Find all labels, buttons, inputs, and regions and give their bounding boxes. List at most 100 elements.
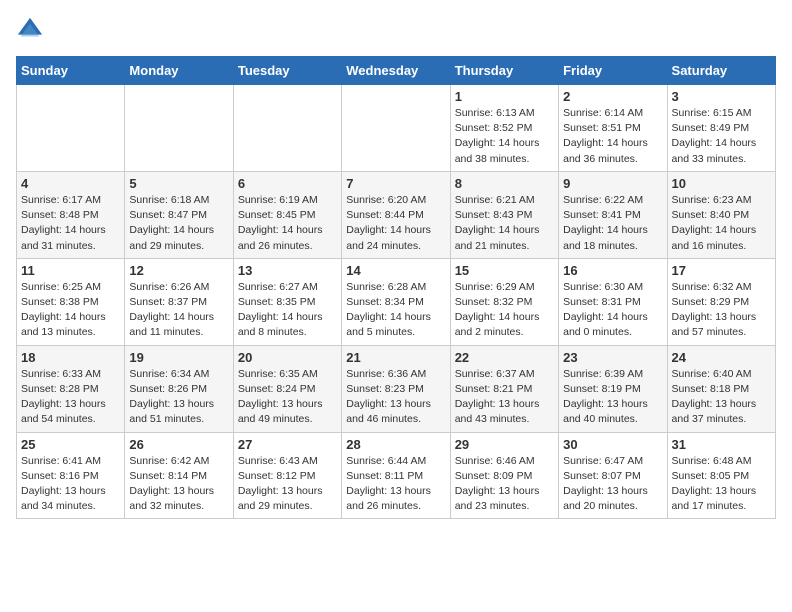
day-number: 19 — [129, 350, 228, 365]
day-cell: 18 Sunrise: 6:33 AM Sunset: 8:28 PM Dayli… — [17, 345, 125, 432]
day-number: 9 — [563, 176, 662, 191]
calendar-table: SundayMondayTuesdayWednesdayThursdayFrid… — [16, 56, 776, 519]
week-row-1: 1 Sunrise: 6:13 AM Sunset: 8:52 PM Daylig… — [17, 85, 776, 172]
day-info: Sunrise: 6:20 AM Sunset: 8:44 PM Dayligh… — [346, 193, 445, 254]
day-info: Sunrise: 6:19 AM Sunset: 8:45 PM Dayligh… — [238, 193, 337, 254]
day-cell: 26Sunrise: 6:42 AM Sunset: 8:14 PM Dayli… — [125, 432, 233, 519]
header-monday: Monday — [125, 57, 233, 85]
day-cell — [233, 85, 341, 172]
day-info: Sunrise: 6:34 AM Sunset: 8:26 PM Dayligh… — [129, 367, 228, 428]
day-info: Sunrise: 6:41 AM Sunset: 8:16 PM Dayligh… — [21, 454, 120, 515]
day-info: Sunrise: 6:40 AM Sunset: 8:18 PM Dayligh… — [672, 367, 771, 428]
day-cell: 10Sunrise: 6:23 AM Sunset: 8:40 PM Dayli… — [667, 171, 775, 258]
day-info: Sunrise: 6:39 AM Sunset: 8:19 PM Dayligh… — [563, 367, 662, 428]
day-info: Sunrise: 6:43 AM Sunset: 8:12 PM Dayligh… — [238, 454, 337, 515]
week-row-4: 18 Sunrise: 6:33 AM Sunset: 8:28 PM Dayli… — [17, 345, 776, 432]
day-number: 7 — [346, 176, 445, 191]
day-cell: 16Sunrise: 6:30 AM Sunset: 8:31 PM Dayli… — [559, 258, 667, 345]
day-number: 6 — [238, 176, 337, 191]
calendar-body: 1 Sunrise: 6:13 AM Sunset: 8:52 PM Daylig… — [17, 85, 776, 519]
day-info: Sunrise: 6:30 AM Sunset: 8:31 PM Dayligh… — [563, 280, 662, 341]
day-number: 11 — [21, 263, 120, 278]
day-info: Sunrise: 6:48 AM Sunset: 8:05 PM Dayligh… — [672, 454, 771, 515]
day-info: Sunrise: 6:46 AM Sunset: 8:09 PM Dayligh… — [455, 454, 554, 515]
day-cell: 1 Sunrise: 6:13 AM Sunset: 8:52 PM Daylig… — [450, 85, 558, 172]
day-number: 4 — [21, 176, 120, 191]
day-info: Sunrise: 6:25 AM Sunset: 8:38 PM Dayligh… — [21, 280, 120, 341]
day-info: Sunrise: 6:44 AM Sunset: 8:11 PM Dayligh… — [346, 454, 445, 515]
day-cell: 2Sunrise: 6:14 AM Sunset: 8:51 PM Daylig… — [559, 85, 667, 172]
day-number: 1 — [455, 89, 554, 104]
day-cell: 25 Sunrise: 6:41 AM Sunset: 8:16 PM Dayli… — [17, 432, 125, 519]
day-cell: 12 Sunrise: 6:26 AM Sunset: 8:37 PM Dayli… — [125, 258, 233, 345]
day-cell: 13 Sunrise: 6:27 AM Sunset: 8:35 PM Dayli… — [233, 258, 341, 345]
day-number: 15 — [455, 263, 554, 278]
header-row: SundayMondayTuesdayWednesdayThursdayFrid… — [17, 57, 776, 85]
day-number: 18 — [21, 350, 120, 365]
page-header — [16, 16, 776, 44]
day-cell: 19 Sunrise: 6:34 AM Sunset: 8:26 PM Dayli… — [125, 345, 233, 432]
day-cell: 20 Sunrise: 6:35 AM Sunset: 8:24 PM Dayli… — [233, 345, 341, 432]
logo-icon — [16, 16, 44, 44]
week-row-2: 4 Sunrise: 6:17 AM Sunset: 8:48 PM Daylig… — [17, 171, 776, 258]
day-info: Sunrise: 6:13 AM Sunset: 8:52 PM Dayligh… — [455, 106, 554, 167]
day-number: 2 — [563, 89, 662, 104]
day-info: Sunrise: 6:42 AM Sunset: 8:14 PM Dayligh… — [129, 454, 228, 515]
day-info: Sunrise: 6:28 AM Sunset: 8:34 PM Dayligh… — [346, 280, 445, 341]
day-number: 30 — [563, 437, 662, 452]
header-saturday: Saturday — [667, 57, 775, 85]
day-info: Sunrise: 6:37 AM Sunset: 8:21 PM Dayligh… — [455, 367, 554, 428]
day-cell: 3Sunrise: 6:15 AM Sunset: 8:49 PM Daylig… — [667, 85, 775, 172]
day-number: 21 — [346, 350, 445, 365]
day-info: Sunrise: 6:26 AM Sunset: 8:37 PM Dayligh… — [129, 280, 228, 341]
day-cell — [342, 85, 450, 172]
day-info: Sunrise: 6:33 AM Sunset: 8:28 PM Dayligh… — [21, 367, 120, 428]
week-row-5: 25 Sunrise: 6:41 AM Sunset: 8:16 PM Dayli… — [17, 432, 776, 519]
day-number: 5 — [129, 176, 228, 191]
day-info: Sunrise: 6:17 AM Sunset: 8:48 PM Dayligh… — [21, 193, 120, 254]
header-thursday: Thursday — [450, 57, 558, 85]
day-info: Sunrise: 6:18 AM Sunset: 8:47 PM Dayligh… — [129, 193, 228, 254]
day-info: Sunrise: 6:27 AM Sunset: 8:35 PM Dayligh… — [238, 280, 337, 341]
header-tuesday: Tuesday — [233, 57, 341, 85]
day-number: 23 — [563, 350, 662, 365]
day-number: 28 — [346, 437, 445, 452]
header-wednesday: Wednesday — [342, 57, 450, 85]
day-cell: 4 Sunrise: 6:17 AM Sunset: 8:48 PM Daylig… — [17, 171, 125, 258]
day-cell: 6 Sunrise: 6:19 AM Sunset: 8:45 PM Daylig… — [233, 171, 341, 258]
header-sunday: Sunday — [17, 57, 125, 85]
day-number: 27 — [238, 437, 337, 452]
day-number: 24 — [672, 350, 771, 365]
day-cell: 22Sunrise: 6:37 AM Sunset: 8:21 PM Dayli… — [450, 345, 558, 432]
day-cell: 23 Sunrise: 6:39 AM Sunset: 8:19 PM Dayli… — [559, 345, 667, 432]
week-row-3: 11 Sunrise: 6:25 AM Sunset: 8:38 PM Dayli… — [17, 258, 776, 345]
day-number: 8 — [455, 176, 554, 191]
day-cell: 31 Sunrise: 6:48 AM Sunset: 8:05 PM Dayli… — [667, 432, 775, 519]
day-cell: 15 Sunrise: 6:29 AM Sunset: 8:32 PM Dayli… — [450, 258, 558, 345]
header-friday: Friday — [559, 57, 667, 85]
day-cell: 9Sunrise: 6:22 AM Sunset: 8:41 PM Daylig… — [559, 171, 667, 258]
day-number: 13 — [238, 263, 337, 278]
day-cell: 8Sunrise: 6:21 AM Sunset: 8:43 PM Daylig… — [450, 171, 558, 258]
day-info: Sunrise: 6:23 AM Sunset: 8:40 PM Dayligh… — [672, 193, 771, 254]
day-number: 3 — [672, 89, 771, 104]
day-cell: 17 Sunrise: 6:32 AM Sunset: 8:29 PM Dayli… — [667, 258, 775, 345]
day-number: 25 — [21, 437, 120, 452]
day-cell: 11 Sunrise: 6:25 AM Sunset: 8:38 PM Dayli… — [17, 258, 125, 345]
day-cell: 29 Sunrise: 6:46 AM Sunset: 8:09 PM Dayli… — [450, 432, 558, 519]
day-cell — [125, 85, 233, 172]
day-number: 20 — [238, 350, 337, 365]
day-cell: 28 Sunrise: 6:44 AM Sunset: 8:11 PM Dayli… — [342, 432, 450, 519]
day-info: Sunrise: 6:32 AM Sunset: 8:29 PM Dayligh… — [672, 280, 771, 341]
day-number: 14 — [346, 263, 445, 278]
day-number: 12 — [129, 263, 228, 278]
day-number: 31 — [672, 437, 771, 452]
day-cell: 5 Sunrise: 6:18 AM Sunset: 8:47 PM Daylig… — [125, 171, 233, 258]
day-cell: 14 Sunrise: 6:28 AM Sunset: 8:34 PM Dayli… — [342, 258, 450, 345]
day-info: Sunrise: 6:29 AM Sunset: 8:32 PM Dayligh… — [455, 280, 554, 341]
day-info: Sunrise: 6:36 AM Sunset: 8:23 PM Dayligh… — [346, 367, 445, 428]
day-cell: 21 Sunrise: 6:36 AM Sunset: 8:23 PM Dayli… — [342, 345, 450, 432]
day-number: 17 — [672, 263, 771, 278]
day-info: Sunrise: 6:35 AM Sunset: 8:24 PM Dayligh… — [238, 367, 337, 428]
day-number: 29 — [455, 437, 554, 452]
